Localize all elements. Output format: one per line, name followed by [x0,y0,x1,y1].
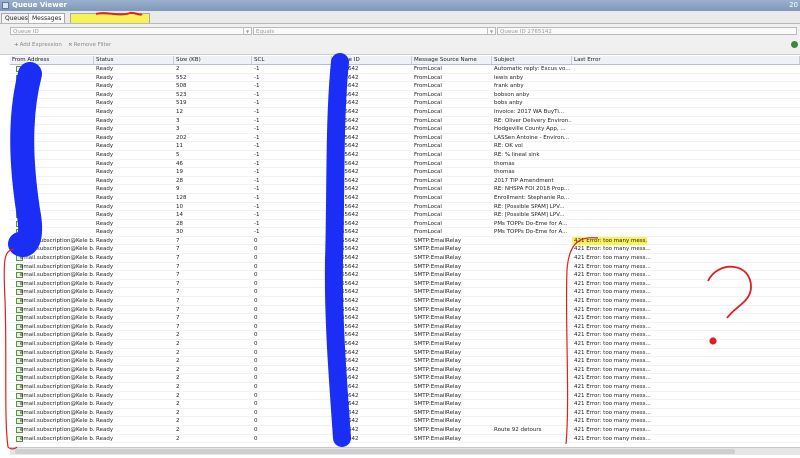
blue-redaction-from-address [8,62,43,257]
red-bracket-right [565,237,599,445]
red-bracket-left [3,248,18,450]
annotation-layer [3,11,752,450]
question-mark-stroke [707,265,752,319]
blue-redaction-queue-id [324,53,351,447]
question-mark-dot [709,337,717,345]
red-scribble-redaction [95,11,143,16]
